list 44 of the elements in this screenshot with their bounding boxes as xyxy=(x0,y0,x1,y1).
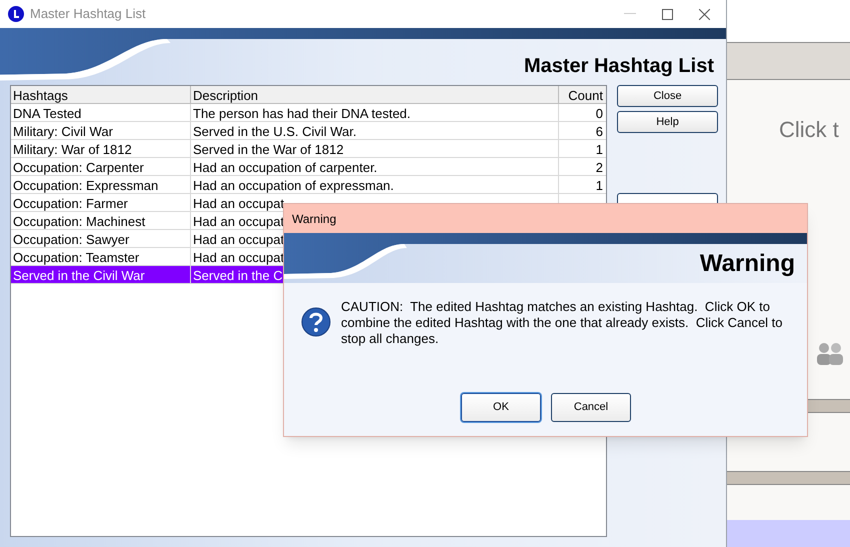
table-cell-text: 2 xyxy=(596,159,603,175)
table-cell: DNA Tested xyxy=(11,104,191,121)
table-cell-text: 1 xyxy=(596,141,603,157)
warning-message: CAUTION: The edited Hashtag matches an existing Hashtag. Click OK to combine the edited Hashtag with the one that already exists. Click Cancel to stop all changes. xyxy=(341,299,784,347)
dialog-button[interactable]: OK xyxy=(461,393,541,422)
table-cell: Served in the War of 1812 xyxy=(191,140,559,157)
close-icon[interactable] xyxy=(699,8,710,20)
table-cell: Had an occupation of carpenter. xyxy=(191,158,559,175)
placeholder-text: Click t xyxy=(779,116,840,144)
question-icon xyxy=(301,307,331,337)
table-cell: Occupation: Farmer xyxy=(11,194,191,211)
dialog-button[interactable]: Cancel xyxy=(551,393,631,422)
table-row[interactable]: DNA Tested The person has had their DNA tested. 0 xyxy=(11,104,606,122)
window-heading: Master Hashtag List xyxy=(524,54,714,79)
people-icon xyxy=(815,342,845,366)
table-cell: Served in the U.S. Civil War. xyxy=(191,122,559,139)
table-cell: The person has had their DNA tested. xyxy=(191,104,559,121)
app-logo-icon xyxy=(8,6,24,22)
side-button[interactable]: Help xyxy=(617,111,718,133)
table-cell: Occupation: Teamster xyxy=(11,248,191,265)
table-cell: Military: Civil War xyxy=(11,122,191,139)
table-row[interactable]: Occupation: Carpenter Had an occupation of carpenter. 2 xyxy=(11,158,606,176)
table-cell-text: 0 xyxy=(596,105,603,121)
table-cell: Occupation: Sawyer xyxy=(11,230,191,247)
hidden-button[interactable] xyxy=(617,193,718,203)
table-row[interactable]: Military: Civil War Served in the U.S. Civil War. 6 xyxy=(11,122,606,140)
window-title: Master Hashtag List xyxy=(30,5,146,24)
table-row[interactable]: Occupation: Expressman Had an occupation of expressman. 1 xyxy=(11,176,606,194)
table-cell: Military: War of 1812 xyxy=(11,140,191,157)
table-row[interactable]: Military: War of 1812 Served in the War of 1812 1 xyxy=(11,140,606,158)
table-cell: Served in the Civil War xyxy=(11,266,191,283)
table-cell: Occupation: Machinest xyxy=(11,212,191,229)
column-header[interactable]: Count xyxy=(559,86,606,103)
dialog-title: Warning xyxy=(292,210,336,228)
table-cell: Occupation: Carpenter xyxy=(11,158,191,175)
table-cell-text: 6 xyxy=(596,123,603,139)
table-cell: Had an occupation of expressman. xyxy=(191,176,559,193)
side-button[interactable]: Close xyxy=(617,85,718,107)
dialog-heading: Warning xyxy=(700,249,795,279)
maximize-icon[interactable] xyxy=(662,8,673,20)
table-cell-text: 1 xyxy=(596,177,603,193)
column-header[interactable]: Hashtags xyxy=(11,86,191,103)
column-header[interactable]: Description xyxy=(191,86,559,103)
table-cell: Occupation: Expressman xyxy=(11,176,191,193)
